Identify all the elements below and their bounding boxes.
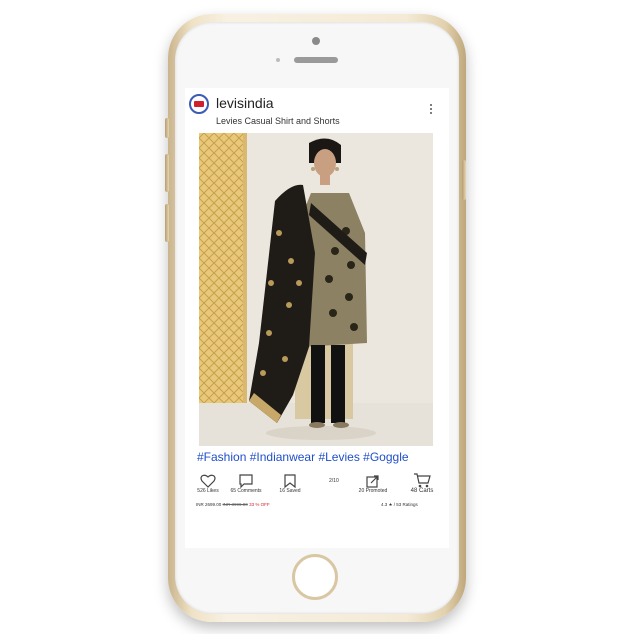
side-button bbox=[165, 204, 169, 242]
saved-count: 16 Saved bbox=[279, 488, 301, 494]
current-price: INR 2699.00 bbox=[196, 502, 222, 507]
page-indicator: 2/10 bbox=[329, 478, 339, 484]
avatar[interactable] bbox=[189, 94, 209, 114]
original-price: INR 3999.00 bbox=[222, 502, 248, 507]
hashtag-link[interactable]: #Levies bbox=[318, 450, 359, 464]
hashtag-link[interactable]: #Indianwear bbox=[250, 450, 315, 464]
home-button[interactable] bbox=[292, 554, 338, 600]
heart-icon bbox=[200, 474, 216, 488]
post-screen: levisindia Levies Casual Shirt and Short… bbox=[185, 88, 449, 548]
more-vertical-icon[interactable] bbox=[428, 104, 434, 118]
earpiece-speaker bbox=[294, 57, 338, 63]
cart-icon bbox=[414, 473, 431, 488]
post-image[interactable] bbox=[199, 133, 433, 446]
brand-logo-icon bbox=[194, 101, 204, 107]
price-row: INR 2699.00 INR 3999.00 33 % OFF bbox=[196, 502, 270, 507]
save-button[interactable]: 16 Saved bbox=[275, 474, 305, 494]
promoted-count: 20 Promoted bbox=[358, 488, 388, 494]
promote-button[interactable]: 20 Promoted bbox=[353, 474, 393, 494]
username[interactable]: levisindia bbox=[216, 95, 274, 111]
side-button bbox=[165, 118, 169, 138]
sensor bbox=[276, 58, 280, 62]
comments-count: 65 Comments bbox=[230, 488, 262, 494]
like-button[interactable]: 526 Likes bbox=[193, 474, 223, 494]
discount-badge: 33 % OFF bbox=[249, 502, 270, 507]
carts-count: 48 Carts bbox=[410, 488, 434, 494]
post-subtitle: Levies Casual Shirt and Shorts bbox=[216, 116, 340, 126]
likes-count: 526 Likes bbox=[197, 488, 219, 494]
cart-button[interactable]: 48 Carts bbox=[405, 472, 439, 494]
hashtags: #Fashion #Indianwear #Levies #Goggle bbox=[197, 450, 409, 464]
bookmark-icon bbox=[284, 474, 296, 488]
front-camera bbox=[312, 37, 320, 45]
comment-button[interactable]: 65 Comments bbox=[229, 474, 263, 494]
hashtag-link[interactable]: #Fashion bbox=[197, 450, 246, 464]
rating: 4.3 ★ / 53 Ratings bbox=[381, 502, 418, 507]
side-button bbox=[165, 154, 169, 192]
share-icon bbox=[366, 475, 379, 488]
comment-icon bbox=[239, 474, 253, 488]
hashtag-link[interactable]: #Goggle bbox=[363, 450, 408, 464]
side-button bbox=[462, 160, 466, 200]
